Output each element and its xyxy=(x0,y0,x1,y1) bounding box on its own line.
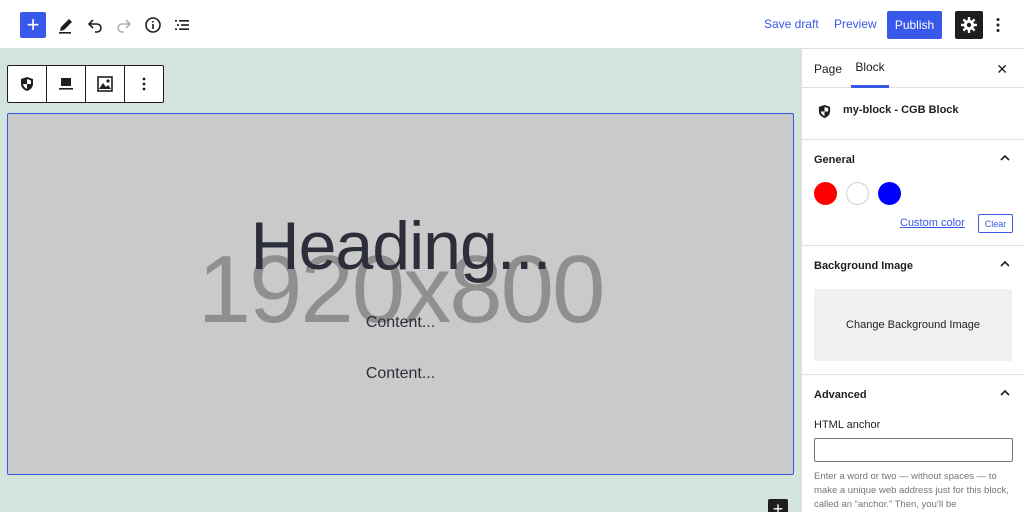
save-draft-button[interactable]: Save draft xyxy=(764,17,819,31)
tab-page[interactable]: Page xyxy=(814,49,842,88)
panel-advanced: Advanced HTML anchor Enter a word or two… xyxy=(802,375,1024,512)
align-button[interactable] xyxy=(47,66,86,102)
settings-sidebar: Page Block ✕ my-block - CGB Block Genera… xyxy=(801,49,1024,512)
tools-button[interactable] xyxy=(53,12,79,38)
chevron-up-icon[interactable] xyxy=(1000,389,1010,397)
panel-background-image: Background Image Change Background Image xyxy=(802,246,1024,375)
clear-color-button[interactable]: Clear xyxy=(978,214,1013,233)
preview-button[interactable]: Preview xyxy=(834,17,877,31)
color-swatch-white[interactable] xyxy=(846,182,869,205)
editor-header: + Save draft Preview Publish xyxy=(0,0,1024,49)
html-anchor-help: Enter a word or two — without spaces — t… xyxy=(814,471,1009,510)
list-view-button[interactable] xyxy=(169,12,195,38)
shield-icon xyxy=(818,104,831,124)
vertical-ellipsis-icon xyxy=(996,18,1000,32)
panel-background-image-title[interactable]: Background Image xyxy=(814,260,913,272)
custom-color-link[interactable]: Custom color xyxy=(900,217,965,229)
panel-general: General Custom color Clear xyxy=(802,140,1024,246)
undo-icon xyxy=(87,19,102,33)
more-options-button[interactable] xyxy=(990,12,1006,38)
close-icon[interactable]: ✕ xyxy=(996,61,1008,78)
sidebar-tabs: Page Block ✕ xyxy=(802,49,1024,88)
block-card: my-block - CGB Block xyxy=(802,88,1024,140)
block-content-2[interactable]: Content... xyxy=(8,365,793,383)
publish-button[interactable]: Publish xyxy=(887,11,942,39)
editor-canvas: 1920x800 Heading... Content... Content..… xyxy=(0,49,801,512)
gear-icon xyxy=(961,17,977,33)
block-heading[interactable]: Heading... xyxy=(8,206,793,286)
chevron-up-icon[interactable] xyxy=(1000,260,1010,268)
pencil-icon xyxy=(59,19,72,34)
block-options-button[interactable] xyxy=(125,66,163,102)
details-button[interactable] xyxy=(140,12,166,38)
color-swatch-red[interactable] xyxy=(814,182,837,205)
panel-advanced-title[interactable]: Advanced xyxy=(814,389,867,401)
settings-button[interactable] xyxy=(955,11,983,39)
tab-block[interactable]: Block xyxy=(851,49,889,88)
background-image-button[interactable] xyxy=(86,66,125,102)
list-view-icon xyxy=(175,20,189,30)
info-icon xyxy=(145,17,161,33)
align-icon xyxy=(59,78,73,90)
panel-general-title[interactable]: General xyxy=(814,154,855,166)
block-inserter-button[interactable]: + xyxy=(20,12,46,38)
add-block-button[interactable]: + xyxy=(768,499,788,512)
redo-icon xyxy=(117,19,132,33)
redo-button[interactable] xyxy=(111,12,137,38)
change-background-image-button[interactable]: Change Background Image xyxy=(814,289,1012,361)
block-content-1[interactable]: Content... xyxy=(8,314,793,332)
block-card-title: my-block - CGB Block xyxy=(843,104,959,116)
cgb-block[interactable]: 1920x800 Heading... Content... Content..… xyxy=(7,113,794,475)
block-type-button[interactable] xyxy=(8,66,47,102)
block-toolbar xyxy=(7,65,164,103)
undo-button[interactable] xyxy=(82,12,108,38)
image-icon xyxy=(97,76,113,92)
color-swatch-blue[interactable] xyxy=(878,182,901,205)
html-anchor-label: HTML anchor xyxy=(814,419,881,431)
chevron-up-icon[interactable] xyxy=(1000,154,1010,162)
shield-icon xyxy=(21,77,33,91)
plus-icon: + xyxy=(772,499,784,512)
plus-icon: + xyxy=(26,12,40,37)
html-anchor-input[interactable] xyxy=(814,438,1013,462)
vertical-ellipsis-icon xyxy=(142,77,146,91)
